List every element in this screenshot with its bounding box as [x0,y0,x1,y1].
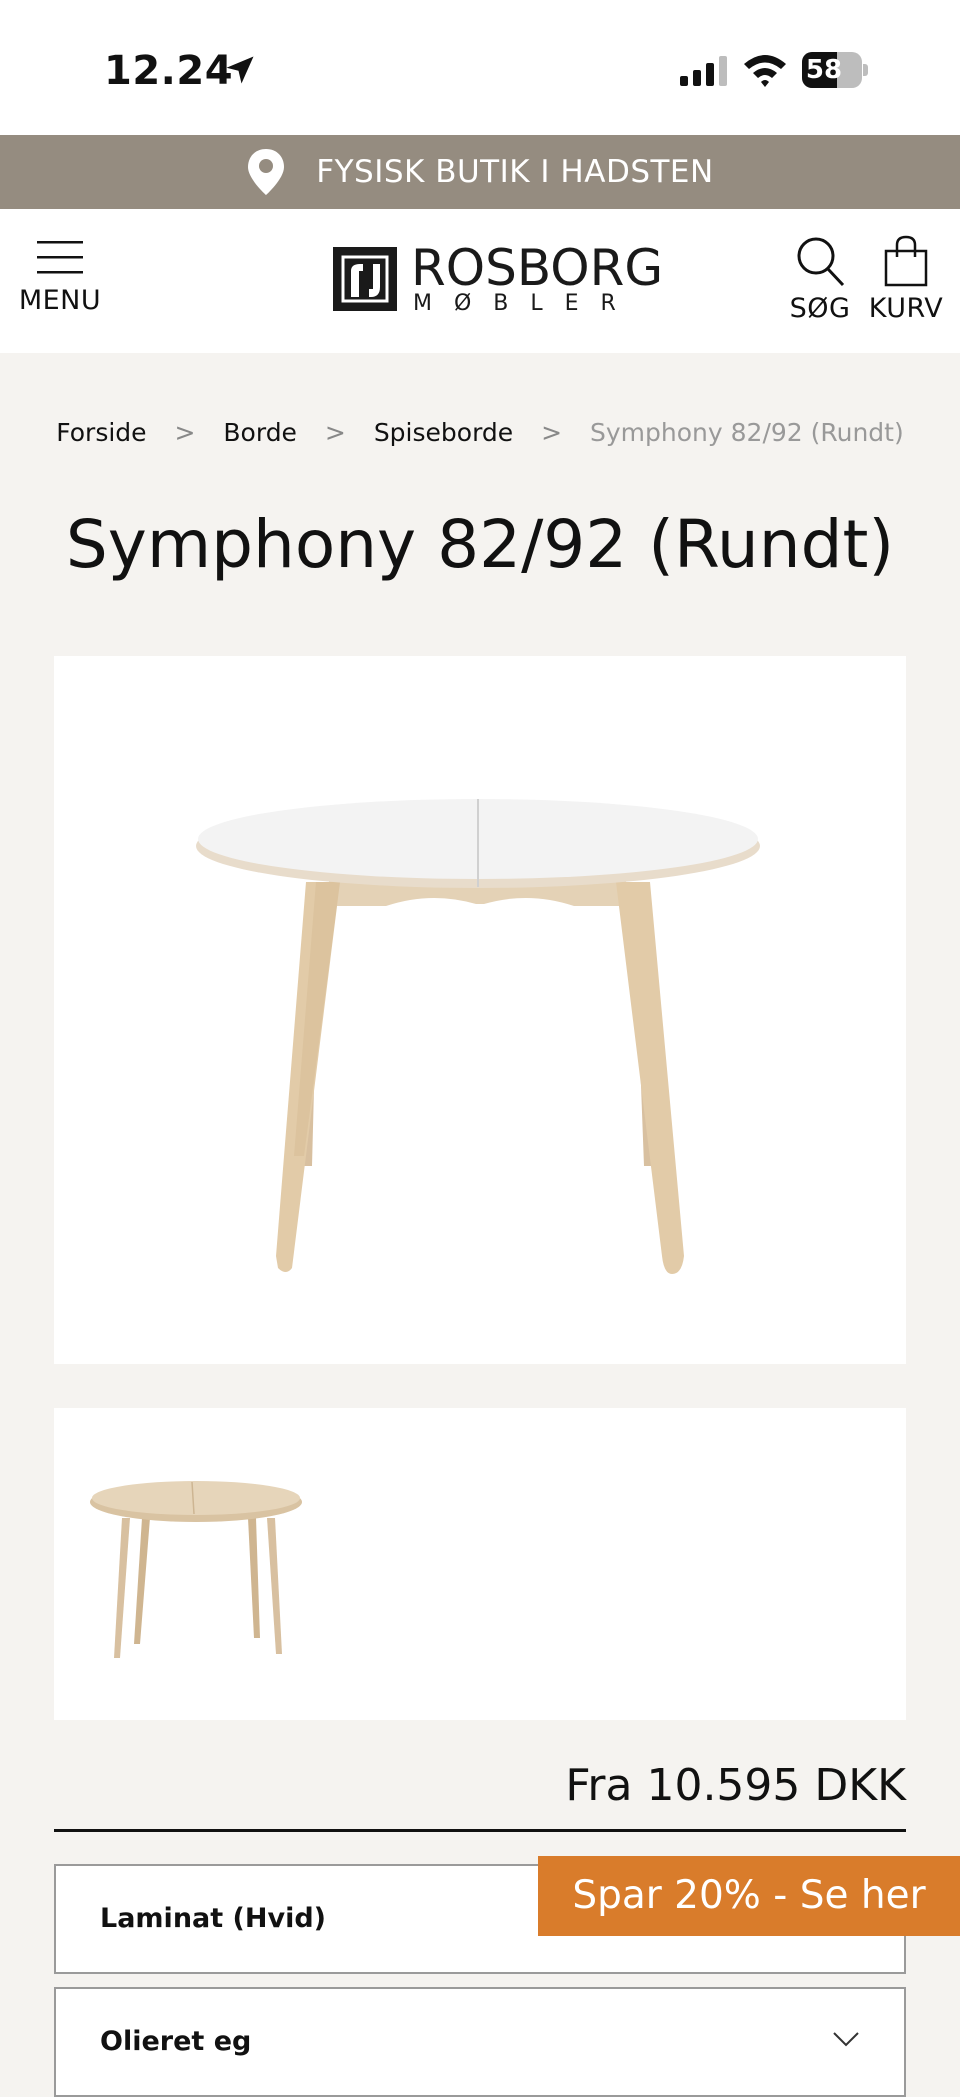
breadcrumb-link-borde[interactable]: Borde [223,418,297,447]
store-banner-text: FYSISK BUTIK I HADSTEN [316,154,714,190]
variant-option-olieret-eg[interactable]: Olieret eg [54,1987,906,2097]
search-button[interactable]: SØG [782,235,858,335]
site-header: MENU ROSBORG MØBLER SØG KURV [0,209,960,353]
menu-label: MENU [18,285,102,316]
product-price: Fra 10.595 DKK [565,1760,906,1811]
breadcrumb-separator: > [541,418,563,447]
battery-level: 58 [805,55,843,85]
wifi-icon [744,55,786,87]
logo-mark-icon [341,255,389,303]
shopping-bag-icon [884,235,928,287]
breadcrumb-separator: > [174,418,196,447]
status-bar: 12.24 58 [0,0,960,135]
cart-button[interactable]: KURV [866,235,946,335]
logo-mark [333,247,397,311]
breadcrumb-link-spiseborde[interactable]: Spiseborde [374,418,513,447]
cart-label: KURV [868,293,944,324]
store-banner[interactable]: FYSISK BUTIK I HADSTEN [0,135,960,209]
price-divider [54,1829,906,1832]
table-white-laminate-image [196,799,760,1274]
breadcrumb: Forside > Borde > Spiseborde > Symphony … [0,418,960,447]
product-title: Symphony 82/92 (Rundt) [65,506,895,583]
breadcrumb-current: Symphony 82/92 (Rundt) [590,418,904,447]
table-oiled-oak-thumbnail [90,1481,302,1658]
map-pin-icon [248,149,285,195]
battery-icon: 58 [802,52,868,88]
breadcrumb-link-forside[interactable]: Forside [56,418,146,447]
location-arrow-icon [226,56,254,84]
search-label: SØG [789,293,851,324]
variant-option-label: Olieret eg [100,2026,252,2057]
brand-logo[interactable]: ROSBORG MØBLER [333,239,663,317]
promo-badge[interactable]: Spar 20% - Se her [538,1856,960,1936]
hamburger-menu-icon [37,241,83,274]
search-icon [797,237,845,287]
menu-button[interactable]: MENU [18,239,102,329]
product-main-image[interactable] [54,656,906,1364]
battery-body: 58 [802,52,862,88]
brand-name: ROSBORG [411,239,664,297]
breadcrumb-separator: > [324,418,346,447]
status-time: 12.24 [104,48,234,94]
cellular-signal-icon [680,56,727,86]
variant-option-label: Laminat (Hvid) [100,1903,327,1934]
brand-sub: MØBLER [413,291,638,316]
thumbnail-strip [54,1408,906,1720]
battery-nub [863,64,868,76]
thumbnail-oiled-oak[interactable] [82,1468,322,1668]
chevron-down-icon [833,2032,859,2047]
